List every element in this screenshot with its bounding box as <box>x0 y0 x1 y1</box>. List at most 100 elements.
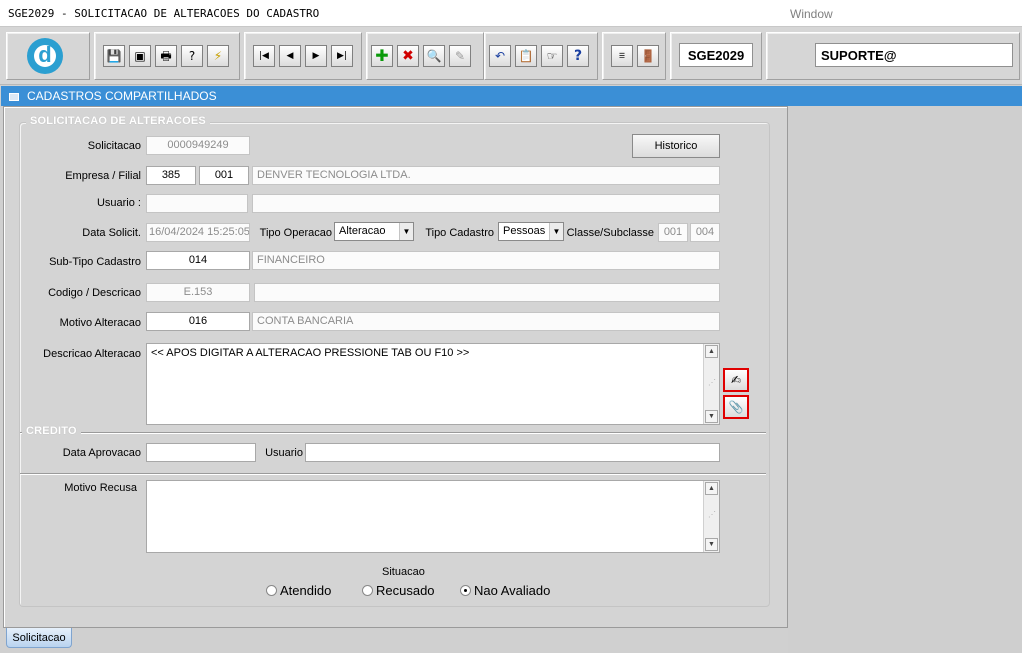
last-record-icon[interactable]: ▶| <box>331 45 353 67</box>
empty-workspace <box>788 106 1022 653</box>
descricao-alteracao-textarea[interactable]: << APOS DIGITAR A ALTERACAO PRESSIONE TA… <box>146 343 720 425</box>
radio-recusado[interactable]: Recusado <box>362 583 435 598</box>
codigo-descricao-label: Codigo / Descricao <box>48 287 141 299</box>
radio-nao-avaliado[interactable]: Nao Avaliado <box>460 583 550 598</box>
empresa-field[interactable]: 385 <box>146 166 196 185</box>
situacao-label: Situacao <box>382 566 425 578</box>
descricao-alteracao-text: << APOS DIGITAR A ALTERACAO PRESSIONE TA… <box>151 347 470 359</box>
descricao-scrollbar[interactable]: ▲ ⋰ ▼ <box>703 344 719 424</box>
solicitacao-section-title: SOLICITACAO DE ALTERACOES <box>26 115 210 127</box>
tipo-operacao-label: Tipo Operacao <box>259 227 332 239</box>
scroll-grip-icon: ⋰ <box>708 510 716 519</box>
historico-button[interactable]: Historico <box>632 134 720 158</box>
copy-icon[interactable]: 📋 <box>515 45 537 67</box>
window-icon[interactable]: ▣ <box>129 45 151 67</box>
descricao-alteracao-label: Descricao Alteracao <box>43 348 141 360</box>
credito-separator <box>20 432 766 433</box>
toolbar-group-file: 💾 ▣ 🖶 ? ⚡ <box>94 32 240 80</box>
edit-note-icon[interactable]: ✍ <box>723 368 749 392</box>
lightning-query-icon[interactable]: ⚡ <box>207 45 229 67</box>
motivo-recusa-textarea[interactable]: ▲ ⋰ ▼ <box>146 480 720 553</box>
save-icon[interactable]: 💾 <box>103 45 125 67</box>
previous-record-icon[interactable]: ◀ <box>279 45 301 67</box>
edit-hand-icon[interactable]: ☞ <box>541 45 563 67</box>
window-title: SGE2029 - SOLICITACAO DE ALTERACOES DO C… <box>8 7 320 20</box>
motivo-nome-field: CONTA BANCARIA <box>252 312 720 331</box>
attachment-icon[interactable]: 📎 <box>723 395 749 419</box>
motivo-recusa-scrollbar[interactable]: ▲ ⋰ ▼ <box>703 481 719 552</box>
clear-record-icon[interactable]: ✎ <box>449 45 471 67</box>
usuario-label: Usuario : <box>96 197 141 209</box>
credito-section-title: CREDITO <box>22 425 81 437</box>
scroll-down-icon[interactable]: ▼ <box>705 410 718 423</box>
logo-group: d <box>6 32 90 80</box>
scroll-grip-icon: ⋰ <box>708 378 716 387</box>
empresa-nome-field: DENVER TECNOLOGIA LTDA. <box>252 166 720 185</box>
toolbar-group-menu: ☰ 🚪 <box>602 32 666 80</box>
data-aprovacao-field[interactable] <box>146 443 256 462</box>
credito-usuario-label: Usuario <box>265 447 303 459</box>
descricao-field <box>254 283 720 302</box>
empresa-filial-label: Empresa / Filial <box>65 170 141 182</box>
tipo-cadastro-select[interactable]: Pessoas ▼ <box>498 222 564 241</box>
print-icon[interactable]: 🖶 <box>155 45 177 67</box>
delete-record-icon[interactable]: ✖ <box>397 45 419 67</box>
filial-field[interactable]: 001 <box>199 166 249 185</box>
scroll-up-icon[interactable]: ▲ <box>705 482 718 495</box>
solicitacao-label: Solicitacao <box>87 140 141 152</box>
menu-window[interactable]: Window <box>790 7 833 21</box>
motivo-alteracao-label: Motivo Alteracao <box>59 317 141 329</box>
data-solicit-field: 16/04/2024 15:25:05 <box>146 223 250 242</box>
current-user: SUPORTE@ <box>815 43 1013 67</box>
menu-icon[interactable]: ☰ <box>611 45 633 67</box>
toolbar-group-user: SUPORTE@ <box>766 32 1020 80</box>
form-header: CADASTROS COMPARTILHADOS <box>1 86 1022 106</box>
credito-usuario-field[interactable] <box>305 443 720 462</box>
radio-icon <box>362 585 373 596</box>
module-code: SGE2029 <box>679 43 753 67</box>
motivo-codigo-field[interactable]: 016 <box>146 312 250 331</box>
help-icon[interactable]: ? <box>567 45 589 67</box>
app-logo: d <box>27 38 63 74</box>
scroll-down-icon[interactable]: ▼ <box>705 538 718 551</box>
motivo-recusa-label: Motivo Recusa <box>64 482 137 494</box>
search-record-icon[interactable]: 🔍 <box>423 45 445 67</box>
first-record-icon[interactable]: |◀ <box>253 45 275 67</box>
codigo-field: E.153 <box>146 283 250 302</box>
sub-tipo-cadastro-label: Sub-Tipo Cadastro <box>49 256 141 268</box>
toolbar: d 💾 ▣ 🖶 ? ⚡ |◀ ◀ ▶ ▶| ✚ ✖ 🔍 ✎ ↶ 📋 ☞ ? ☰ … <box>0 27 1022 85</box>
usuario-codigo-field <box>146 194 248 213</box>
add-record-icon[interactable]: ✚ <box>371 45 393 67</box>
toolbar-group-navigation: |◀ ◀ ▶ ▶| <box>244 32 362 80</box>
data-solicit-label: Data Solicit. <box>82 227 141 239</box>
radio-selected-icon <box>460 585 471 596</box>
scroll-up-icon[interactable]: ▲ <box>705 345 718 358</box>
main-form: SOLICITACAO DE ALTERACOES Historico Soli… <box>3 106 788 628</box>
exit-door-icon[interactable]: 🚪 <box>637 45 659 67</box>
classe-subclasse-label: Classe/Subclasse <box>566 227 654 239</box>
help-query-icon[interactable]: ? <box>181 45 203 67</box>
toolbar-group-records: ✚ ✖ 🔍 ✎ <box>366 32 484 80</box>
subclasse-field: 004 <box>690 223 720 242</box>
sub-tipo-codigo-field[interactable]: 014 <box>146 251 250 270</box>
undo-icon[interactable]: ↶ <box>489 45 511 67</box>
tab-solicitacao[interactable]: Solicitacao <box>6 628 72 648</box>
radio-atendido[interactable]: Atendido <box>266 583 331 598</box>
usuario-nome-field <box>252 194 720 213</box>
title-bar: SGE2029 - SOLICITACAO DE ALTERACOES DO C… <box>0 0 1022 27</box>
chevron-down-icon[interactable]: ▼ <box>549 223 563 240</box>
radio-icon <box>266 585 277 596</box>
motivo-separator <box>20 473 766 474</box>
sub-tipo-nome-field: FINANCEIRO <box>252 251 720 270</box>
classe-field: 001 <box>658 223 688 242</box>
form-icon <box>9 93 19 101</box>
tipo-operacao-select[interactable]: Alteracao ▼ <box>334 222 414 241</box>
toolbar-group-module: SGE2029 <box>670 32 762 80</box>
chevron-down-icon[interactable]: ▼ <box>399 223 413 240</box>
tipo-cadastro-label: Tipo Cadastro <box>425 227 494 239</box>
data-aprovacao-label: Data Aprovacao <box>62 447 141 459</box>
toolbar-group-edit: ↶ 📋 ☞ ? <box>484 32 598 80</box>
next-record-icon[interactable]: ▶ <box>305 45 327 67</box>
solicitacao-field[interactable]: 0000949249 <box>146 136 250 155</box>
form-title: CADASTROS COMPARTILHADOS <box>27 89 217 103</box>
